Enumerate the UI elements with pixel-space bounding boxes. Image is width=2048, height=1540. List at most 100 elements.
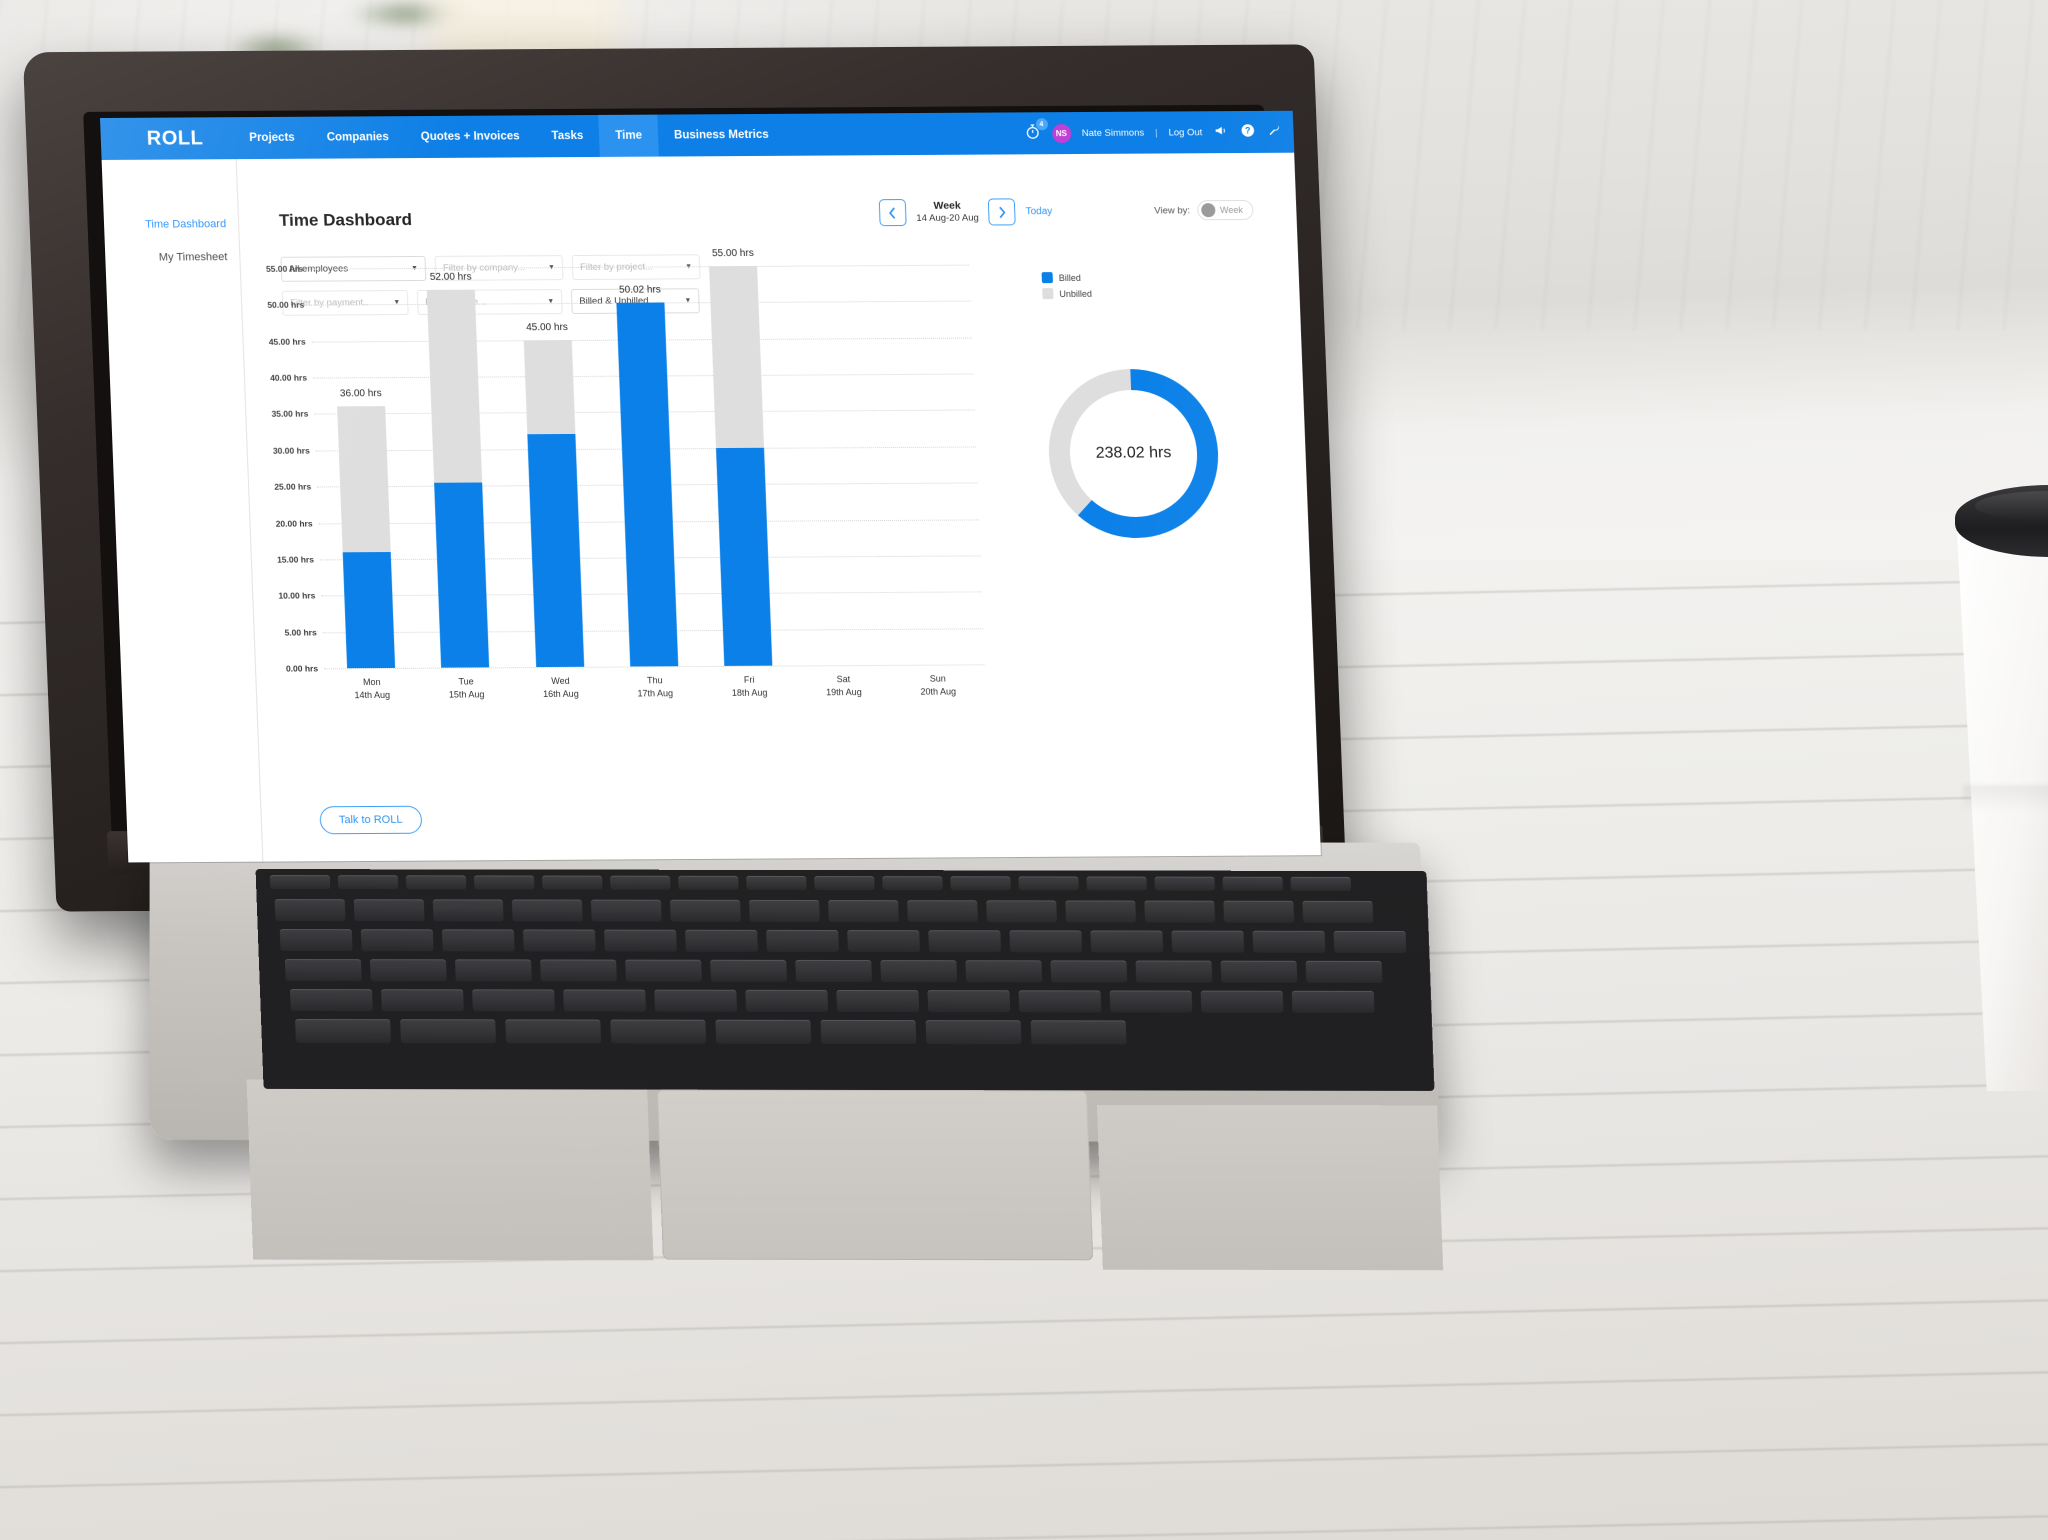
keyboard-key[interactable] bbox=[432, 899, 504, 922]
nav-item-projects[interactable]: Projects bbox=[233, 117, 312, 159]
sidebar-item-time-dashboard[interactable]: Time Dashboard bbox=[104, 217, 227, 233]
bar-wed[interactable] bbox=[523, 339, 584, 668]
keyboard-key[interactable] bbox=[715, 1019, 812, 1044]
talk-to-roll-button[interactable]: Talk to ROLL bbox=[319, 805, 423, 835]
keyboard-key[interactable] bbox=[965, 960, 1043, 983]
keyboard-key[interactable] bbox=[511, 899, 583, 922]
legend-item-unbilled[interactable]: Unbilled bbox=[1042, 288, 1092, 300]
keyboard-key[interactable] bbox=[279, 929, 353, 952]
keyboard-key[interactable] bbox=[950, 876, 1011, 891]
keyboard-key[interactable] bbox=[1200, 990, 1284, 1013]
keyboard-key[interactable] bbox=[625, 959, 702, 982]
keyboard-key[interactable] bbox=[795, 959, 873, 983]
keyboard-key[interactable] bbox=[927, 990, 1011, 1013]
keyboard-key[interactable] bbox=[360, 929, 434, 952]
keyboard-key[interactable] bbox=[590, 899, 662, 922]
keyboard-key[interactable] bbox=[337, 875, 399, 890]
keyboard-key[interactable] bbox=[820, 1019, 917, 1045]
sidebar-item-my-timesheet[interactable]: My Timesheet bbox=[105, 250, 228, 266]
megaphone-icon[interactable] bbox=[1213, 123, 1230, 141]
keyboard-key[interactable] bbox=[284, 959, 362, 982]
logout-link[interactable]: Log Out bbox=[1168, 127, 1202, 138]
keyboard-key[interactable] bbox=[1018, 990, 1102, 1013]
keyboard-key[interactable] bbox=[814, 876, 875, 891]
prev-week-button[interactable] bbox=[878, 199, 907, 227]
keyboard-key[interactable] bbox=[1252, 930, 1326, 953]
keyboard-key[interactable] bbox=[907, 900, 978, 923]
keyboard-key[interactable] bbox=[1305, 960, 1383, 983]
keyboard-key[interactable] bbox=[274, 899, 346, 922]
keyboard-key[interactable] bbox=[1135, 960, 1213, 983]
keyboard-key[interactable] bbox=[381, 989, 464, 1012]
keyboard-key[interactable] bbox=[828, 900, 899, 923]
keyboard-key[interactable] bbox=[1086, 876, 1147, 891]
keyboard-key[interactable] bbox=[369, 959, 447, 982]
keyboard-key[interactable] bbox=[473, 875, 535, 890]
bar-mon[interactable] bbox=[337, 406, 396, 669]
bar-fri[interactable] bbox=[709, 265, 773, 666]
keyboard-key[interactable] bbox=[746, 875, 807, 890]
keyboard-key[interactable] bbox=[353, 899, 425, 922]
keyboard-key[interactable] bbox=[685, 929, 758, 952]
keyboard-key[interactable] bbox=[710, 959, 788, 982]
keyboard-key[interactable] bbox=[1009, 930, 1083, 953]
keyboard-key[interactable] bbox=[289, 989, 373, 1012]
keyboard-key[interactable] bbox=[400, 1019, 497, 1044]
keyboard-key[interactable] bbox=[1333, 930, 1407, 954]
keyboard-key[interactable] bbox=[1171, 930, 1245, 953]
stopwatch-icon[interactable]: 4 bbox=[1023, 118, 1048, 143]
keyboard-key[interactable] bbox=[472, 989, 555, 1012]
keyboard-key[interactable] bbox=[522, 929, 596, 952]
keyboard-key[interactable] bbox=[745, 989, 829, 1012]
nav-item-quotes-invoices[interactable]: Quotes + Invoices bbox=[404, 115, 536, 158]
legend-item-billed[interactable]: Billed bbox=[1041, 272, 1092, 284]
keyboard-key[interactable] bbox=[610, 875, 671, 890]
keyboard-key[interactable] bbox=[880, 960, 958, 983]
keyboard-key[interactable] bbox=[678, 875, 739, 890]
keyboard-key[interactable] bbox=[1290, 876, 1352, 891]
nav-item-companies[interactable]: Companies bbox=[310, 116, 406, 159]
keyboard-key[interactable] bbox=[541, 875, 603, 890]
keyboard-key[interactable] bbox=[540, 959, 617, 982]
bar-thu[interactable] bbox=[616, 302, 679, 667]
keyboard-key[interactable] bbox=[269, 875, 331, 890]
avatar[interactable]: NS bbox=[1051, 123, 1072, 143]
keyboard-key[interactable] bbox=[836, 989, 920, 1013]
keyboard-key[interactable] bbox=[986, 900, 1058, 923]
keyboard-key[interactable] bbox=[603, 929, 677, 952]
keyboard-key[interactable] bbox=[847, 930, 921, 953]
keyboard-key[interactable] bbox=[882, 876, 943, 891]
help-icon[interactable]: ? bbox=[1240, 123, 1256, 141]
keyboard-key[interactable] bbox=[1223, 900, 1295, 923]
roll-logo[interactable]: ROLL bbox=[146, 127, 203, 150]
keyboard-key[interactable] bbox=[1109, 990, 1193, 1013]
keyboard-key[interactable] bbox=[669, 899, 741, 922]
keyboard-key[interactable] bbox=[1291, 990, 1375, 1013]
keyboard-key[interactable] bbox=[1030, 1020, 1127, 1045]
nav-item-business-metrics[interactable]: Business Metrics bbox=[657, 114, 785, 157]
keyboard-key[interactable] bbox=[505, 1019, 602, 1044]
keyboard-key[interactable] bbox=[1222, 876, 1284, 891]
today-link[interactable]: Today bbox=[1025, 206, 1052, 217]
keyboard-key[interactable] bbox=[295, 1019, 392, 1044]
keyboard-key[interactable] bbox=[654, 989, 738, 1012]
keyboard-key[interactable] bbox=[563, 989, 647, 1012]
wrench-icon[interactable] bbox=[1266, 123, 1282, 141]
keyboard-key[interactable] bbox=[1154, 876, 1215, 891]
keyboard-key[interactable] bbox=[749, 899, 820, 922]
keyboard-key[interactable] bbox=[766, 929, 839, 953]
keyboard-key[interactable] bbox=[928, 930, 1002, 953]
view-by-toggle[interactable]: Week bbox=[1196, 199, 1254, 221]
keyboard-key[interactable] bbox=[1302, 900, 1374, 923]
keyboard-key[interactable] bbox=[405, 875, 467, 890]
keyboard-key[interactable] bbox=[1220, 960, 1298, 983]
keyboard-key[interactable] bbox=[610, 1019, 707, 1044]
keyboard-key[interactable] bbox=[1090, 930, 1164, 953]
keyboard-key[interactable] bbox=[925, 1020, 1022, 1045]
keyboard-key[interactable] bbox=[1050, 960, 1128, 983]
keyboard-key[interactable] bbox=[454, 959, 532, 982]
nav-item-time[interactable]: Time bbox=[598, 114, 659, 157]
nav-item-tasks[interactable]: Tasks bbox=[535, 115, 600, 157]
keyboard-key[interactable] bbox=[441, 929, 515, 952]
keyboard-key[interactable] bbox=[1018, 876, 1079, 891]
